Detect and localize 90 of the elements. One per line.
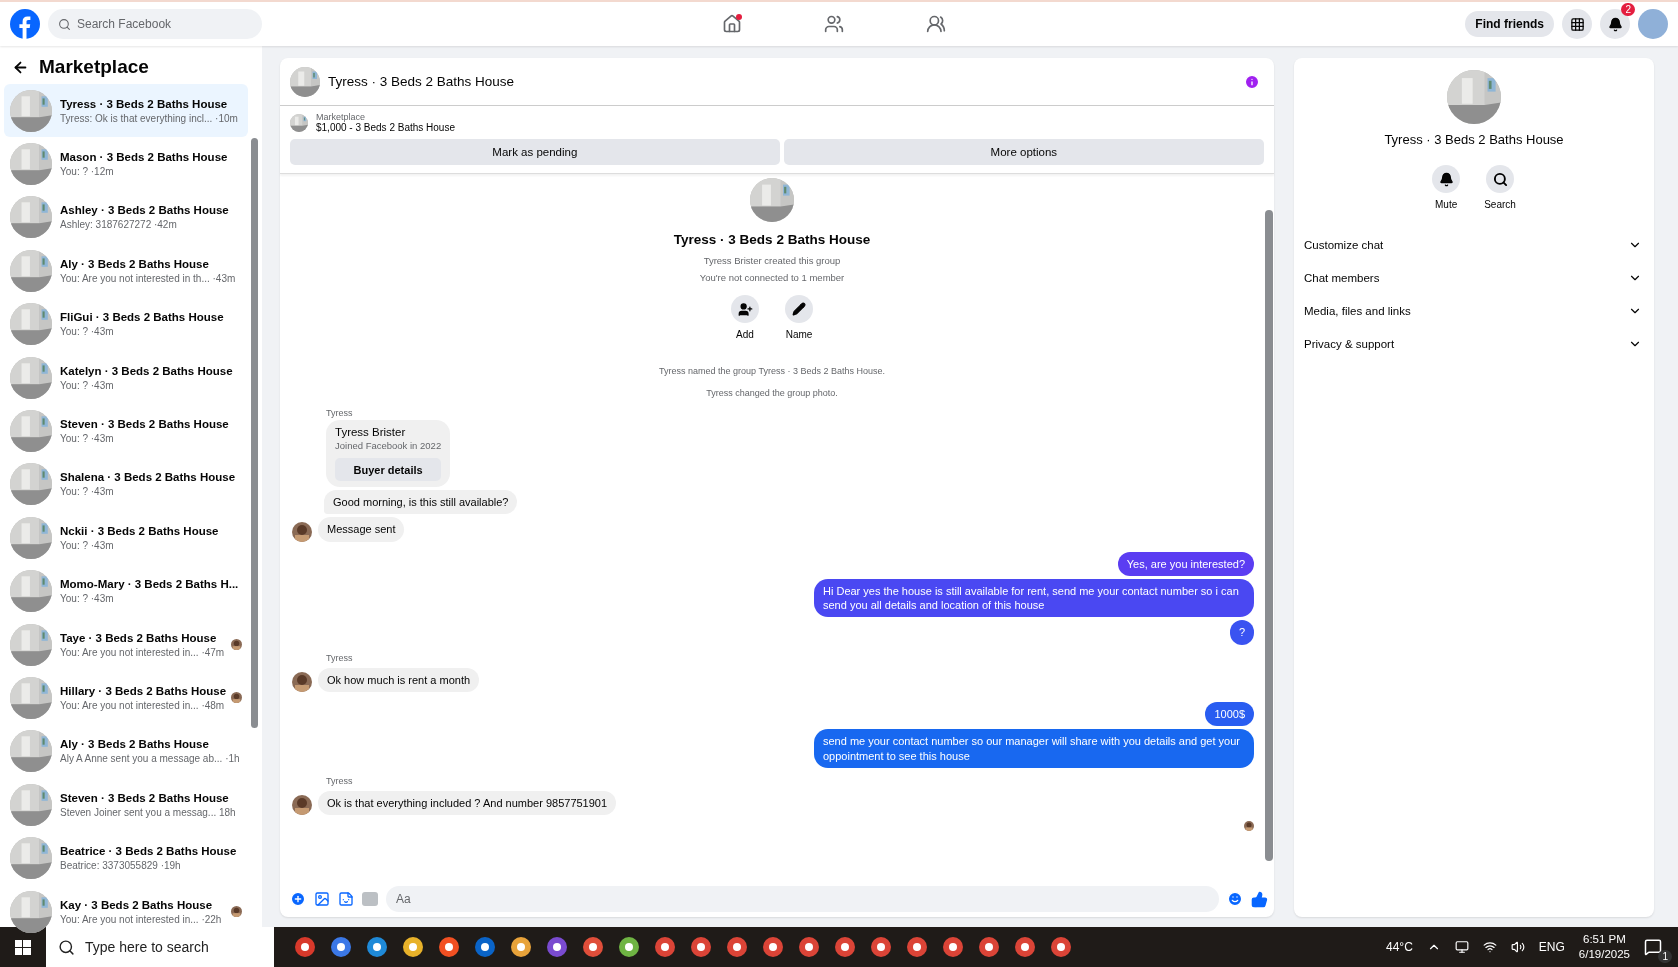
chat-preview: You: Are you not interested in... ·48m (60, 700, 223, 711)
chat-list-item[interactable]: Steven · 3 Beds 2 Baths House You: ? ·43m (4, 404, 248, 458)
chat-list-item[interactable]: Nckii · 3 Beds 2 Baths House You: ? ·43m (4, 511, 248, 565)
buyer-name: Tyress Brister (335, 426, 407, 438)
chat-list-item[interactable]: Ashley · 3 Beds 2 Baths House Ashley: 3187627272 ·42m (4, 190, 248, 245)
chat-name: Steven · 3 Beds 2 Baths House (60, 791, 230, 804)
chat-list-item[interactable]: Mason · 3 Beds 2 Baths House You: ? ·12m (4, 137, 248, 191)
chat-preview: You: Are you not interested in... ·22h (60, 913, 223, 925)
chat-preview: Aly A Anne sent you a message ab... ·1h (60, 753, 241, 765)
message-bubble: Hi Dear yes the house is still available for rent, send me your contact number so i can send you all details and location of this house (814, 578, 1254, 618)
chat-list-item[interactable]: Hillary · 3 Beds 2 Baths House You: Are you not interested in... ·48m (4, 671, 248, 725)
chat-list-item[interactable]: Taye · 3 Beds 2 Baths House You: Are you not interested in... ·47m (4, 617, 248, 672)
message-bubble: Yes, are you interested? (1117, 551, 1254, 576)
taskbar-search-field[interactable]: Type here to search (46, 927, 274, 967)
action-label: Mute (1435, 199, 1458, 210)
listing-label: Marketplace (316, 112, 367, 122)
chat-name: Aly · 3 Beds 2 Baths House (60, 738, 210, 751)
chat-name: Tyress · 3 Beds 2 Baths House (60, 97, 229, 110)
message-field[interactable]: Aa (386, 886, 1219, 912)
chat-name: Nckii · 3 Beds 2 Baths House (60, 524, 220, 537)
group-info-text: Tyress Brister created this group (703, 255, 841, 266)
chat-name: Beatrice · 3 Beds 2 Baths House (60, 845, 238, 858)
message-bubble: Message sent (318, 517, 405, 542)
chat-name: Shalena · 3 Beds 2 Baths House (60, 471, 237, 484)
chat-name: Steven · 3 Beds 2 Baths House (60, 418, 230, 431)
sender-name: Tyress (326, 408, 354, 418)
notification-badge: 2 (1621, 3, 1635, 16)
chat-list-item[interactable]: Shalena · 3 Beds 2 Baths House You: ? ·43m (4, 457, 248, 512)
chat-name: Katelyn · 3 Beds 2 Baths House (60, 364, 234, 377)
action-button[interactable]: Mark as pending (290, 139, 780, 165)
chat-list-item[interactable]: Steven · 3 Beds 2 Baths House Steven Joiner sent you a messag... 18h (4, 778, 248, 832)
chat-list-item[interactable]: Aly · 3 Beds 2 Baths House You: Are you not interested in th... ·43m (4, 244, 248, 298)
chat-preview: You: ? ·43m (60, 539, 115, 551)
notification-badge: 1 (1658, 949, 1672, 963)
chat-list-item[interactable]: Beatrice · 3 Beds 2 Baths House Beatrice: 3373055829 ·19h (4, 831, 248, 885)
action-button[interactable]: More options (783, 139, 1264, 165)
chat-list-item[interactable]: Momo-Mary · 3 Beds 2 Baths H... You: ? ·43m (4, 564, 248, 618)
buyer-subtitle: Joined Facebook in 2022 (335, 440, 442, 451)
settings-section[interactable]: Customize chat (1304, 228, 1644, 261)
message-bubble: Ok is that everything included ? And number 9857751901 (318, 790, 617, 816)
chat-preview: You: ? ·43m (60, 433, 115, 445)
chat-preview: You: ? ·43m (60, 593, 115, 605)
chat-name: Taye · 3 Beds 2 Baths House (60, 631, 218, 644)
sidebar-title: Marketplace (39, 56, 149, 78)
chat-title: Tyress · 3 Beds 2 Baths House (1383, 132, 1565, 147)
chat-preview: Steven Joiner sent you a messag... 18h (60, 806, 237, 818)
chat-preview: You: ? ·12m (60, 166, 115, 178)
weather-text[interactable]: 44°C (1386, 940, 1413, 954)
chat-name: FliGui · 3 Beds 2 Baths House (60, 311, 225, 324)
chat-title: Tyress · 3 Beds 2 Baths House (328, 74, 516, 89)
system-note: Tyress changed the group photo. (706, 388, 838, 398)
chat-list-item[interactable]: Katelyn · 3 Beds 2 Baths House You: ? ·43m (4, 350, 248, 405)
chat-preview: You: Are you not interested in th... ·43m (60, 272, 237, 284)
chat-preview: Ashley: 3187627272 ·42m (60, 219, 178, 231)
buyer-details-button[interactable]: Buyer details (335, 458, 442, 481)
chat-name: Ashley · 3 Beds 2 Baths House (60, 204, 230, 217)
chat-list-item[interactable]: Aly · 3 Beds 2 Baths House Aly A Anne sent you a message ab... ·1h (4, 724, 248, 779)
chat-preview: You: ? ·43m (60, 379, 115, 391)
system-note: Tyress named the group Tyress · 3 Beds 2 Baths House. (659, 366, 885, 376)
sender-name: Tyress (326, 652, 354, 663)
chat-preview: Beatrice: 3373055829 ·19h (60, 860, 182, 872)
sender-name: Tyress (326, 775, 354, 786)
action-label: Add (736, 329, 754, 340)
settings-section[interactable]: Chat members (1304, 261, 1644, 294)
chat-list-item[interactable]: FliGui · 3 Beds 2 Baths House You: ? ·43m (4, 297, 248, 351)
chat-preview: You: Are you not interested in... ·47m (60, 646, 223, 658)
group-info-text: You're not connected to 1 member (699, 272, 845, 283)
message-bubble: Good morning, is this still available? (324, 490, 518, 515)
chat-name: Kay · 3 Beds 2 Baths House (60, 898, 214, 911)
settings-section[interactable]: Privacy & support (1304, 327, 1644, 360)
message-bubble: ? (1229, 620, 1254, 645)
message-bubble: 1000$ (1205, 702, 1254, 727)
listing-title[interactable]: $1,000 - 3 Beds 2 Baths House (316, 122, 455, 133)
chat-name: Momo-Mary · 3 Beds 2 Baths H... (60, 578, 240, 591)
chat-preview: You: ? ·43m (60, 326, 115, 338)
action-label: Name (785, 329, 813, 340)
group-title: Tyress · 3 Beds 2 Baths House (673, 232, 871, 247)
chat-preview: Tyress: Ok is that everything incl... ·10m (60, 112, 239, 124)
language-text[interactable]: ENG (1538, 940, 1565, 954)
chat-name: Aly · 3 Beds 2 Baths House (60, 257, 210, 270)
action-label: Search (1484, 199, 1516, 210)
clock[interactable]: 6:51 PM 6/19/2025 (1578, 932, 1630, 962)
message-bubble: Ok how much is rent a month (318, 667, 480, 693)
settings-section[interactable]: Media, files and links (1304, 294, 1644, 327)
search-field[interactable]: Search Facebook (48, 9, 262, 39)
find-friends-button[interactable]: Find friends (1465, 11, 1554, 37)
message-bubble: send me your contact number so our manager will share with you details and get your oppointment to see this house (814, 729, 1254, 768)
chat-list-item[interactable]: Tyress · 3 Beds 2 Baths House Tyress: Ok is that everything incl... ·10m (4, 84, 248, 138)
chat-name: Mason · 3 Beds 2 Baths House (60, 151, 229, 164)
chat-preview: You: ? ·43m (60, 486, 115, 498)
